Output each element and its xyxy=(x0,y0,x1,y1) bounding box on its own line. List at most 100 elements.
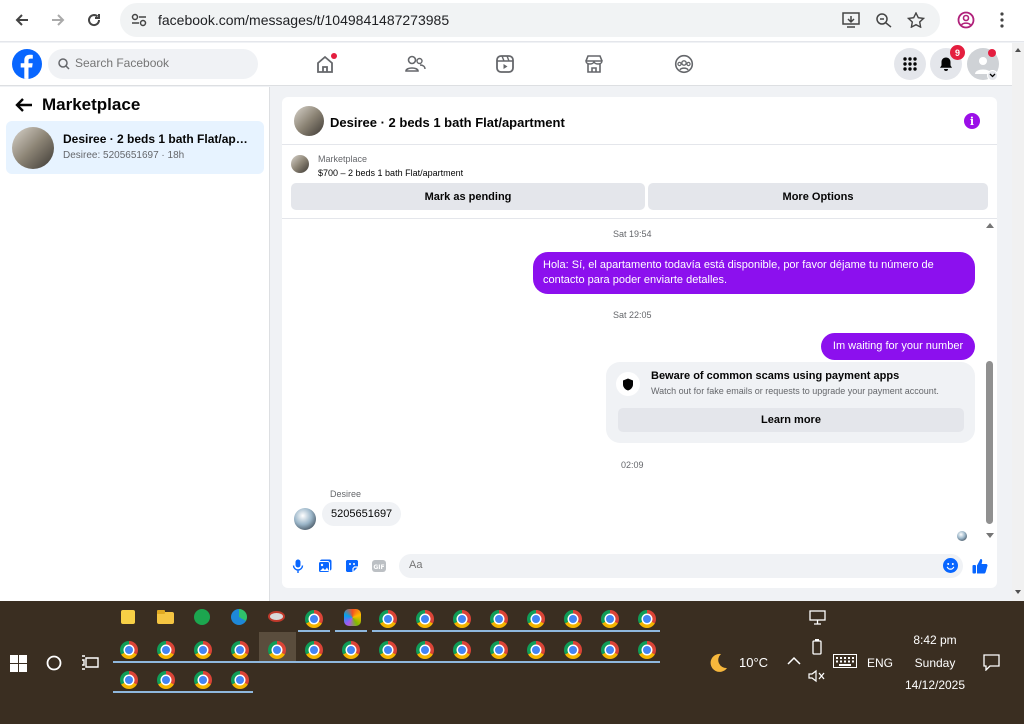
input-language[interactable]: ENG xyxy=(867,656,893,670)
install-app-icon[interactable] xyxy=(842,12,860,28)
clock-day[interactable]: Sunday xyxy=(905,656,965,670)
chrome-window-icon[interactable] xyxy=(157,671,175,689)
mark-pending-button[interactable]: Mark as pending xyxy=(291,183,645,210)
incoming-message[interactable]: 5205651697 xyxy=(322,502,402,526)
chrome-window-icon[interactable] xyxy=(157,641,175,659)
message-input[interactable] xyxy=(409,559,929,571)
zoom-icon[interactable] xyxy=(875,12,893,28)
chat-scrollbar[interactable] xyxy=(984,221,995,543)
page-scroll-down-icon[interactable] xyxy=(1015,590,1021,594)
back-arrow-icon[interactable] xyxy=(14,96,34,114)
volume-muted-icon[interactable] xyxy=(808,669,825,683)
reload-button[interactable] xyxy=(80,6,108,34)
listing-thumbnail[interactable] xyxy=(291,155,309,173)
chat-avatar[interactable] xyxy=(294,106,324,136)
learn-more-button[interactable]: Learn more xyxy=(618,408,964,432)
moon-weather-icon[interactable] xyxy=(707,652,729,674)
scroll-thumb[interactable] xyxy=(986,361,993,524)
microphone-icon[interactable] xyxy=(291,559,305,573)
chrome-window-icon[interactable] xyxy=(342,641,360,659)
nav-marketplace[interactable] xyxy=(581,51,607,77)
battery-icon[interactable] xyxy=(810,639,824,655)
listing-price[interactable]: $700 – 2 beds 1 bath Flat/apartment xyxy=(318,168,463,178)
file-explorer-icon[interactable] xyxy=(155,607,179,631)
chat-title[interactable]: Desiree · 2 beds 1 bath Flat/apartment xyxy=(330,115,565,130)
forward-button[interactable] xyxy=(44,6,72,34)
sender-avatar[interactable] xyxy=(294,508,316,530)
network-icon[interactable] xyxy=(809,610,826,625)
weather-temperature[interactable]: 10°C xyxy=(739,655,768,670)
photo-icon[interactable] xyxy=(318,559,332,573)
facebook-logo-icon[interactable] xyxy=(12,49,42,79)
clock-date[interactable]: 14/12/2025 xyxy=(897,678,973,692)
page-scrollbar[interactable] xyxy=(1012,43,1024,601)
page-scroll-up-icon[interactable] xyxy=(1015,48,1021,52)
search-input[interactable] xyxy=(75,56,245,70)
cortana-search-icon[interactable] xyxy=(46,655,62,671)
chrome-window-icon[interactable] xyxy=(379,641,397,659)
scroll-up-arrow-icon[interactable] xyxy=(986,223,994,228)
chrome-window-icon[interactable] xyxy=(601,610,619,628)
thumbs-up-icon[interactable] xyxy=(971,557,989,575)
chrome-window-icon[interactable] xyxy=(638,610,656,628)
chrome-window-icon[interactable] xyxy=(416,610,434,628)
chrome-window-icon[interactable] xyxy=(527,641,545,659)
browser-menu-button[interactable] xyxy=(988,6,1016,34)
account-chevron-icon[interactable] xyxy=(987,70,998,81)
bookmark-star-icon[interactable] xyxy=(907,12,925,28)
info-icon[interactable]: i xyxy=(964,113,980,129)
task-view-icon[interactable] xyxy=(81,654,99,671)
chrome-window-icon[interactable] xyxy=(453,610,471,628)
paint-app-icon[interactable] xyxy=(266,607,290,631)
chrome-window-icon[interactable] xyxy=(379,610,397,628)
chevron-up-icon[interactable] xyxy=(787,656,801,666)
chrome-window-icon[interactable] xyxy=(601,641,619,659)
chrome-window-icon[interactable] xyxy=(564,641,582,659)
chrome-window-icon[interactable] xyxy=(564,610,582,628)
friends-icon xyxy=(405,55,426,72)
divider xyxy=(282,218,997,219)
chrome-window-icon[interactable] xyxy=(231,641,249,659)
conversation-item[interactable]: Desiree · 2 beds 1 bath Flat/apartment D… xyxy=(6,121,264,174)
chrome-window-icon[interactable] xyxy=(231,671,249,689)
scroll-down-arrow-icon[interactable] xyxy=(986,533,994,538)
chrome-window-icon[interactable] xyxy=(268,641,286,659)
chrome-window-icon[interactable] xyxy=(305,641,323,659)
outgoing-message[interactable]: Im waiting for your number xyxy=(821,333,975,360)
gif-icon[interactable]: GIF xyxy=(372,559,386,573)
chrome-window-icon[interactable] xyxy=(416,641,434,659)
search-box[interactable] xyxy=(48,49,258,79)
chrome-window-icon[interactable] xyxy=(490,610,508,628)
windows-start-icon[interactable] xyxy=(10,655,27,672)
more-options-button[interactable]: More Options xyxy=(648,183,988,210)
chrome-window-icon[interactable] xyxy=(194,671,212,689)
nav-friends[interactable] xyxy=(402,51,428,77)
site-settings-icon[interactable] xyxy=(130,12,148,28)
chrome-window-icon[interactable] xyxy=(490,641,508,659)
copilot-icon[interactable] xyxy=(342,607,366,631)
edge-browser-icon[interactable] xyxy=(229,607,253,631)
url-text[interactable]: facebook.com/messages/t/1049841487273985 xyxy=(158,12,449,28)
address-bar[interactable]: facebook.com/messages/t/1049841487273985 xyxy=(120,3,940,37)
chrome-window-icon[interactable] xyxy=(305,610,323,628)
nav-groups[interactable] xyxy=(671,51,697,77)
chrome-window-icon[interactable] xyxy=(194,641,212,659)
clock-time[interactable]: 8:42 pm xyxy=(905,633,965,647)
back-button[interactable] xyxy=(8,6,36,34)
emoji-icon[interactable] xyxy=(943,558,958,573)
action-center-icon[interactable] xyxy=(983,654,1000,671)
outgoing-message[interactable]: Hola: Sí, el apartamento todavía está di… xyxy=(533,252,975,294)
profile-button[interactable] xyxy=(952,6,980,34)
app-green-icon[interactable] xyxy=(192,607,216,631)
chrome-window-icon[interactable] xyxy=(453,641,471,659)
nav-video[interactable] xyxy=(492,51,518,77)
sticky-notes-icon[interactable] xyxy=(118,607,142,631)
chrome-window-icon[interactable] xyxy=(120,641,138,659)
message-composer[interactable] xyxy=(399,554,963,578)
keyboard-icon[interactable] xyxy=(833,654,857,668)
chrome-window-icon[interactable] xyxy=(527,610,545,628)
chrome-window-icon[interactable] xyxy=(638,641,656,659)
menu-button[interactable] xyxy=(894,48,926,80)
sticker-icon[interactable] xyxy=(345,559,359,573)
chrome-window-icon[interactable] xyxy=(120,671,138,689)
